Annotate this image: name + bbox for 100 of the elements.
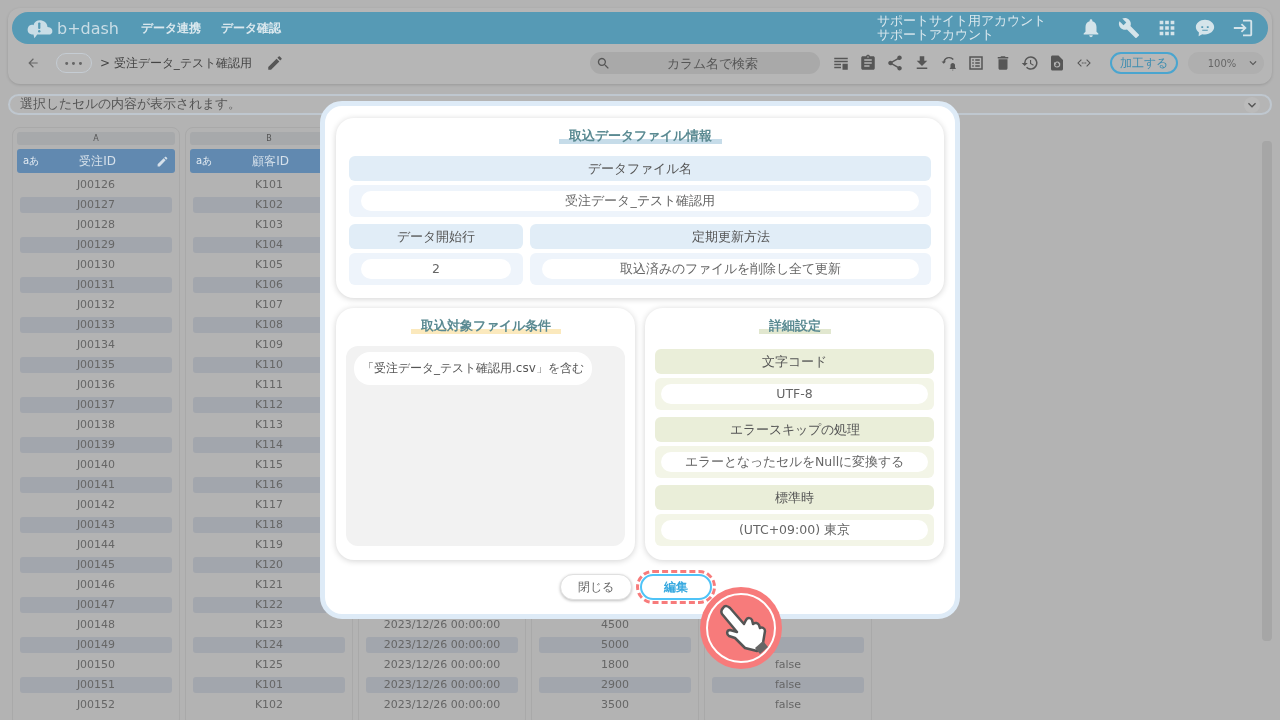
table-cell-text: J00146 xyxy=(75,577,117,593)
process-button[interactable]: 加工する xyxy=(1110,52,1178,74)
type-label: aあ xyxy=(23,154,40,168)
table-cell-text: false xyxy=(773,697,803,713)
table-cell: 2900 xyxy=(539,677,691,693)
search-icon xyxy=(596,56,611,71)
share-icon[interactable] xyxy=(886,54,904,72)
table-cell: J00149 xyxy=(20,637,172,653)
table-cell: J00143 xyxy=(20,517,172,533)
breadcrumb: > 受注データ_テスト確認用 xyxy=(100,54,252,72)
chat-bubble-icon[interactable] xyxy=(1194,17,1216,39)
table-cell: K124 xyxy=(193,637,345,653)
condition-chip: 「受注データ_テスト確認用.csv」を含む xyxy=(354,352,592,385)
section-title: 詳細設定 xyxy=(758,318,831,334)
account-name: サポートサイト用アカウント xyxy=(877,14,1046,28)
table-cell: J00141 xyxy=(20,477,172,493)
list-icon[interactable] xyxy=(967,54,985,72)
logout-icon[interactable] xyxy=(1232,17,1254,39)
column-letter[interactable]: A xyxy=(17,132,175,145)
field-label: 文字コード xyxy=(655,349,934,374)
table-cell-text: K103 xyxy=(253,217,285,233)
cloud-logo-icon xyxy=(26,17,54,39)
column-header[interactable]: aあ 受注ID xyxy=(17,149,175,173)
table-cell: J00151 xyxy=(20,677,172,693)
close-button[interactable]: 閉じる xyxy=(560,574,632,600)
table-cell: J00137 xyxy=(20,397,172,413)
column-name: 受注ID xyxy=(78,152,117,170)
field-label: データ開始行 xyxy=(349,224,523,249)
table-cell-text: J00152 xyxy=(75,697,117,713)
sync-bell-icon[interactable] xyxy=(940,54,958,72)
table-cell-text: J00136 xyxy=(75,377,117,393)
table-cell-text: K113 xyxy=(253,417,285,433)
table-cell-text: J00144 xyxy=(75,537,117,553)
table-cell-text: K123 xyxy=(253,617,285,633)
field-label: データファイル名 xyxy=(349,156,931,181)
section-title: 取込データファイル情報 xyxy=(558,128,722,144)
table-cell-text: J00134 xyxy=(75,337,117,353)
section-title: 取込対象ファイル条件 xyxy=(410,318,561,334)
history-icon[interactable] xyxy=(1021,54,1039,72)
search-field[interactable]: カラム名で検索 xyxy=(590,52,820,74)
table-cell: J00133 xyxy=(20,317,172,333)
table-cell-text: K101 xyxy=(253,177,285,193)
field-value: 受注データ_テスト確認用 xyxy=(361,191,919,211)
table-cell: J00131 xyxy=(20,277,172,293)
table-cell-text: J00140 xyxy=(75,457,117,473)
table-cell-text: false xyxy=(773,657,803,673)
table-cell-text: 2023/12/26 00:00:00 xyxy=(382,617,502,633)
table-cell: J00135 xyxy=(20,357,172,373)
table-cell-text: K111 xyxy=(253,377,285,393)
table-cell-text: J00150 xyxy=(75,657,117,673)
table-cell-text: 1800 xyxy=(600,657,630,673)
table-cell-text: 2023/12/26 00:00:00 xyxy=(382,657,502,673)
table-cell: J00145 xyxy=(20,557,172,573)
table-cell-text: K102 xyxy=(253,697,285,713)
field-label: 定期更新方法 xyxy=(530,224,931,249)
edit-button[interactable]: 編集 xyxy=(640,574,712,600)
field-value: 2 xyxy=(361,259,511,279)
table-cell-text: J00132 xyxy=(75,297,117,313)
wrench-icon[interactable] xyxy=(1118,17,1140,39)
account-name: サポートアカウント xyxy=(877,28,995,42)
more-button[interactable]: ••• xyxy=(56,53,92,73)
field-value: 取込済みのファイルを削除し全て更新 xyxy=(542,259,919,279)
table-cell-text: J00148 xyxy=(75,617,117,633)
table-cell-text: J00126 xyxy=(75,177,117,193)
table-cell: J00129 xyxy=(20,237,172,253)
nav-link[interactable]: データ確認 xyxy=(221,19,281,37)
chevron-icon[interactable] xyxy=(1244,96,1260,113)
table-cell-text: J00128 xyxy=(75,217,117,233)
field-value: (UTC+09:00) 東京 xyxy=(661,520,928,540)
back-arrow-icon[interactable] xyxy=(26,56,40,70)
table-cell-text: K125 xyxy=(253,657,285,673)
table-cell-text: 4500 xyxy=(600,617,630,633)
table-cell-text: J00130 xyxy=(75,257,117,273)
clipboard-icon[interactable] xyxy=(859,54,877,72)
table-cell-text: K121 xyxy=(253,577,285,593)
logo-text: b+dash xyxy=(57,18,119,38)
cell-content-placeholder: 選択したセルの内容が表示されます。 xyxy=(20,96,241,113)
file-refresh-icon[interactable] xyxy=(1048,54,1066,72)
pencil-icon[interactable] xyxy=(265,54,284,72)
table-cell: K101 xyxy=(193,677,345,693)
field-label: 標準時 xyxy=(655,485,934,510)
table-cell-text: K117 xyxy=(253,497,285,513)
table-cell: 5000 xyxy=(539,637,691,653)
field-value: UTF-8 xyxy=(661,384,928,404)
table-cell: J00147 xyxy=(20,597,172,613)
table-cell-text: K105 xyxy=(253,257,285,273)
table-cell-text: K119 xyxy=(253,537,285,553)
table-cell-text: J00142 xyxy=(75,497,117,513)
table-cell-text: 2023/12/26 00:00:00 xyxy=(382,697,502,713)
table-cell: false xyxy=(712,677,864,693)
nav-link[interactable]: データ連携 xyxy=(141,19,201,37)
field-label: エラースキップの処理 xyxy=(655,417,934,442)
table-cell: J00127 xyxy=(20,197,172,213)
column-name: 顧客ID xyxy=(251,152,290,170)
field-value: エラーとなったセルをNullに変換する xyxy=(661,452,928,472)
table-cell: 2023/12/26 00:00:00 xyxy=(366,637,518,653)
table-cell: 2023/12/26 00:00:00 xyxy=(366,677,518,693)
zoom-select[interactable]: 100% xyxy=(1188,52,1264,74)
pencil-icon[interactable] xyxy=(156,154,169,168)
table-cell-text: J00138 xyxy=(75,417,117,433)
